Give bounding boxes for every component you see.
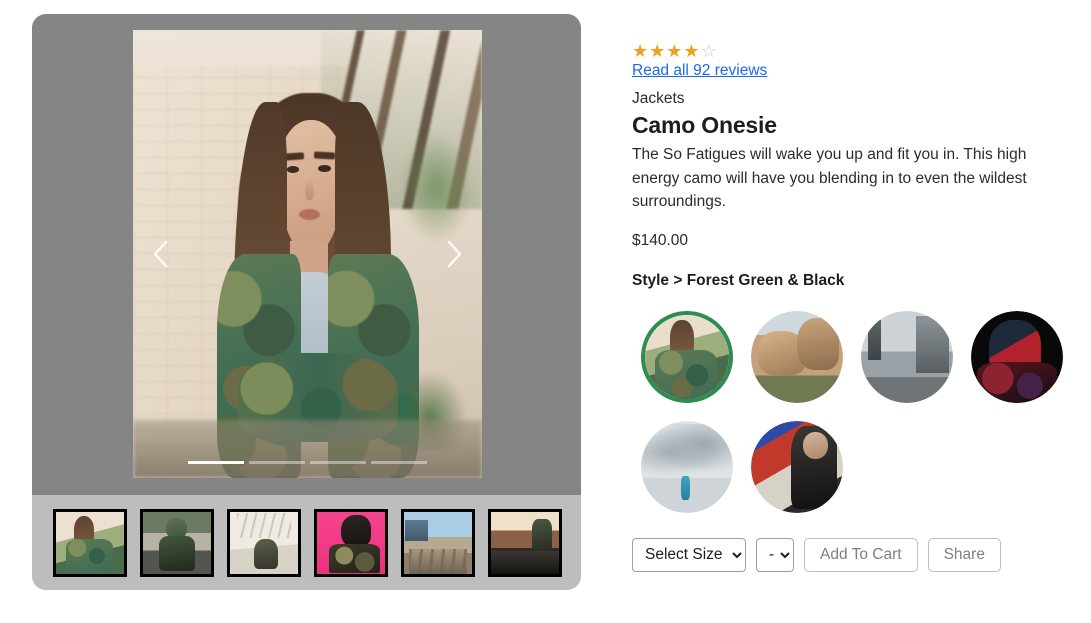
- product-category: Jackets: [632, 90, 685, 107]
- star-rating: ★ ★ ★ ★ ☆: [632, 42, 1062, 60]
- star-icon-2: ★: [649, 41, 666, 61]
- add-to-cart-button[interactable]: Add To Cart: [804, 537, 918, 572]
- hero-product-photo: [133, 30, 482, 478]
- thumbnail-2[interactable]: [140, 508, 214, 577]
- product-price: $140.00: [632, 231, 689, 249]
- chevron-right-icon[interactable]: [440, 232, 468, 276]
- carousel-pagination: [133, 461, 482, 464]
- style-swatch-5[interactable]: [632, 412, 742, 522]
- thumbnail-strip: [32, 495, 581, 590]
- product-page: ★ ★ ★ ★ ☆ Read all 92 reviews Jackets Ca…: [0, 0, 1091, 623]
- product-description: The So Fatigues will wake you up and fit…: [632, 146, 1027, 211]
- carousel-dot-2[interactable]: [249, 461, 305, 464]
- carousel-dot-1[interactable]: [188, 461, 244, 464]
- read-reviews-link[interactable]: Read all 92 reviews: [632, 62, 767, 80]
- star-icon-3: ★: [666, 41, 683, 61]
- thumbnail-4[interactable]: [314, 508, 388, 577]
- carousel-active-image[interactable]: [133, 30, 482, 478]
- size-select[interactable]: Select Size: [632, 537, 746, 572]
- thumbnail-6[interactable]: [488, 508, 562, 577]
- product-gallery: [32, 14, 581, 590]
- style-swatch-6[interactable]: [742, 412, 852, 522]
- style-swatch-2[interactable]: [742, 302, 852, 412]
- star-icon-1: ★: [632, 41, 649, 61]
- star-icon-4: ★: [683, 41, 700, 61]
- style-label: Style > Forest Green & Black: [632, 271, 845, 289]
- style-swatch-4[interactable]: [962, 302, 1072, 412]
- star-icon-5: ☆: [700, 41, 717, 61]
- product-details: ★ ★ ★ ★ ☆ Read all 92 reviews Jackets Ca…: [632, 42, 1063, 572]
- style-swatch-3[interactable]: [852, 302, 962, 412]
- thumbnail-1[interactable]: [53, 508, 127, 577]
- share-button[interactable]: Share: [927, 537, 1001, 572]
- thumbnail-5[interactable]: [401, 508, 475, 577]
- carousel-dot-3[interactable]: [310, 461, 366, 464]
- thumbnail-3[interactable]: [227, 508, 301, 577]
- carousel-dot-4[interactable]: [371, 461, 427, 464]
- style-swatch-1[interactable]: [632, 302, 742, 412]
- image-carousel[interactable]: [32, 14, 581, 495]
- style-swatch-list: [632, 302, 1072, 522]
- purchase-controls: Select Size - Add To Cart Share: [632, 537, 1062, 572]
- quantity-select[interactable]: -: [756, 537, 794, 572]
- chevron-left-icon[interactable]: [147, 232, 175, 276]
- product-title: Camo Onesie: [632, 112, 777, 138]
